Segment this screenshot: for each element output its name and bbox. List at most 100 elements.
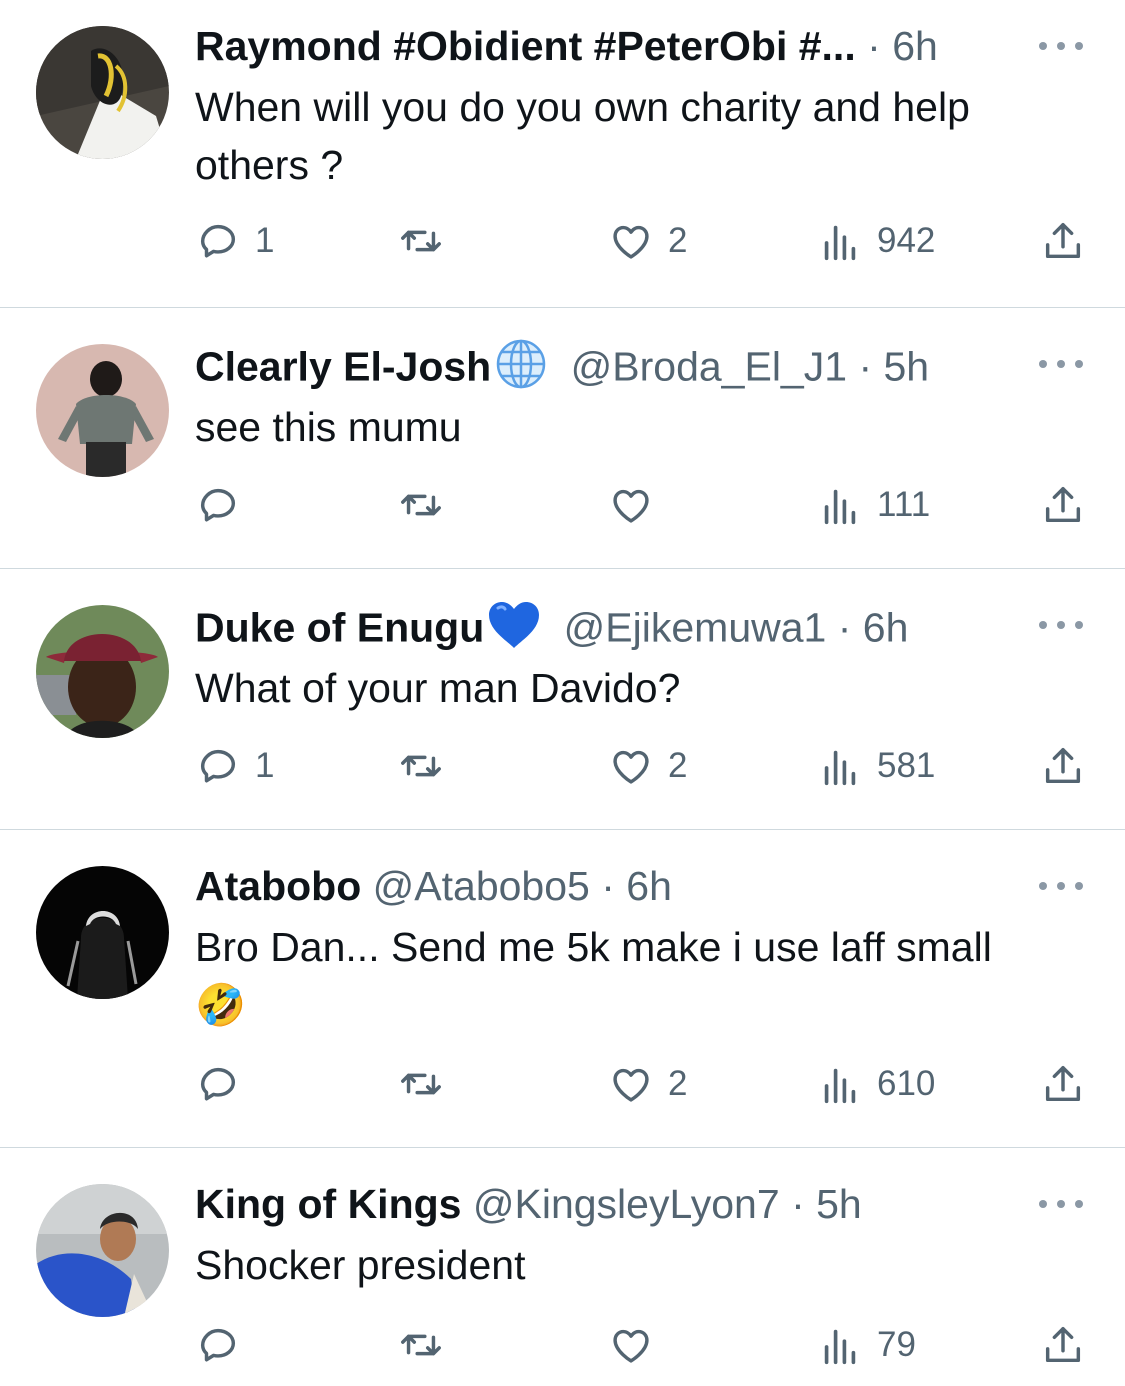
share-button[interactable] bbox=[1040, 741, 1086, 791]
like-button[interactable]: 2 bbox=[608, 1059, 687, 1109]
like-button[interactable]: 2 bbox=[608, 216, 687, 266]
avatar[interactable] bbox=[36, 866, 169, 999]
reply-icon bbox=[200, 1328, 236, 1362]
views-button[interactable]: 581 bbox=[817, 741, 935, 791]
retweet-icon bbox=[401, 494, 441, 516]
reply-button[interactable] bbox=[195, 1320, 255, 1370]
like-button[interactable] bbox=[608, 480, 668, 530]
tweet[interactable]: Raymond #Obidient #PeterObi #... · 6h Wh… bbox=[0, 0, 1125, 308]
avatar[interactable] bbox=[36, 1184, 169, 1317]
reply-count: 1 bbox=[255, 746, 275, 785]
timestamp[interactable]: 6h bbox=[863, 604, 909, 650]
tweet-header: King of Kings @KingsleyLyon7 · 5h bbox=[195, 1179, 1025, 1229]
reply-button[interactable]: 1 bbox=[195, 216, 274, 266]
display-name[interactable]: King of Kings bbox=[195, 1181, 461, 1227]
share-icon bbox=[1045, 747, 1081, 784]
more-icon[interactable] bbox=[1039, 354, 1083, 374]
retweet-icon bbox=[401, 1073, 441, 1095]
views-icon bbox=[824, 1068, 856, 1104]
more-icon[interactable] bbox=[1039, 1194, 1083, 1214]
avatar[interactable] bbox=[36, 344, 169, 477]
retweet-button[interactable] bbox=[398, 480, 458, 530]
more-icon[interactable] bbox=[1039, 615, 1083, 635]
more-icon[interactable] bbox=[1039, 36, 1083, 56]
like-button[interactable]: 2 bbox=[608, 741, 687, 791]
views-count: 79 bbox=[877, 1325, 916, 1364]
share-icon bbox=[1045, 222, 1081, 259]
tweet-text-line: others ? bbox=[195, 142, 344, 188]
avatar-image bbox=[36, 26, 169, 159]
display-name[interactable]: Clearly El-Josh bbox=[195, 343, 491, 389]
share-icon bbox=[1045, 1065, 1081, 1102]
separator-dot: · bbox=[858, 343, 873, 390]
retweet-icon bbox=[401, 230, 441, 252]
reply-button[interactable]: 1 bbox=[195, 741, 274, 791]
action-bar: 1 2 581 bbox=[195, 741, 1095, 791]
action-bar: 1 2 942 bbox=[195, 216, 1095, 266]
views-button[interactable]: 942 bbox=[817, 216, 935, 266]
timestamp[interactable]: 6h bbox=[626, 863, 672, 909]
tweet-header: Atabobo @Atabobo5 · 6h bbox=[195, 861, 1025, 911]
separator-dot: · bbox=[867, 23, 881, 69]
tweet-header: Duke of Enugu @Ejikemuwa1 · 6h bbox=[195, 600, 1025, 661]
reply-button[interactable] bbox=[195, 1059, 255, 1109]
tweet[interactable]: Atabobo @Atabobo5 · 6h Bro Dan... Send m… bbox=[0, 830, 1125, 1148]
user-handle[interactable]: @Broda_El_J1 bbox=[571, 343, 847, 389]
retweet-button[interactable] bbox=[398, 216, 458, 266]
retweet-button[interactable] bbox=[398, 1059, 458, 1109]
user-handle[interactable]: @KingsleyLyon7 bbox=[473, 1181, 780, 1227]
views-button[interactable]: 79 bbox=[817, 1320, 916, 1370]
tweet-text-line: What of your man Davido? bbox=[195, 665, 681, 711]
tweet-header: Raymond #Obidient #PeterObi #... · 6h bbox=[195, 21, 1025, 71]
tweet-header: Clearly El-Josh @Broda_El_J1 · 5h bbox=[195, 339, 1025, 400]
avatar-image bbox=[36, 866, 169, 999]
share-button[interactable] bbox=[1040, 216, 1086, 266]
retweet-button[interactable] bbox=[398, 741, 458, 791]
display-name[interactable]: Atabobo bbox=[195, 863, 361, 909]
tweet-text: When will you do you own charity and hel… bbox=[195, 78, 1085, 194]
timestamp[interactable]: 5h bbox=[884, 343, 930, 389]
user-handle[interactable]: @Ejikemuwa1 bbox=[564, 604, 827, 650]
action-bar: 111 bbox=[195, 480, 1095, 530]
views-button[interactable]: 111 bbox=[817, 480, 930, 530]
separator-dot: · bbox=[601, 863, 615, 909]
tweet[interactable]: Clearly El-Josh @Broda_El_J1 · 5h see th… bbox=[0, 308, 1125, 569]
retweet-button[interactable] bbox=[398, 1320, 458, 1370]
display-name[interactable]: Raymond #Obidient #PeterObi #... bbox=[195, 23, 856, 69]
user-handle[interactable]: @Atabobo5 bbox=[373, 863, 590, 909]
views-icon bbox=[824, 225, 856, 261]
avatar[interactable] bbox=[36, 26, 169, 159]
tweet-text-line: Bro Dan... Send me 5k make i use laff sm… bbox=[195, 924, 992, 970]
tweet[interactable]: King of Kings @KingsleyLyon7 · 5h Shocke… bbox=[0, 1148, 1125, 1386]
avatar-image bbox=[36, 344, 169, 477]
share-icon bbox=[1045, 1326, 1081, 1363]
action-bar: 79 bbox=[195, 1320, 1095, 1370]
rolling-laughing-emoji: 🤣 bbox=[195, 981, 247, 1029]
retweet-icon bbox=[401, 755, 441, 777]
avatar-image bbox=[36, 605, 169, 738]
tweet-text-line: see this mumu bbox=[195, 404, 462, 450]
share-button[interactable] bbox=[1040, 480, 1086, 530]
like-icon bbox=[613, 489, 649, 523]
tweet-text: Shocker president bbox=[195, 1236, 1085, 1294]
share-button[interactable] bbox=[1040, 1059, 1086, 1109]
display-name[interactable]: Duke of Enugu bbox=[195, 604, 484, 650]
timestamp[interactable]: 6h bbox=[892, 23, 938, 69]
views-count: 111 bbox=[877, 485, 931, 524]
like-button[interactable] bbox=[608, 1320, 668, 1370]
reply-feed: Raymond #Obidient #PeterObi #... · 6h Wh… bbox=[0, 0, 1125, 1386]
share-icon bbox=[1045, 486, 1081, 523]
tweet-text: What of your man Davido? bbox=[195, 659, 1085, 717]
like-icon bbox=[613, 1329, 649, 1363]
more-icon[interactable] bbox=[1039, 876, 1083, 896]
tweet[interactable]: Duke of Enugu @Ejikemuwa1 · 6h What of y… bbox=[0, 569, 1125, 830]
separator-dot: · bbox=[791, 1181, 805, 1227]
share-button[interactable] bbox=[1040, 1320, 1086, 1370]
views-button[interactable]: 610 bbox=[817, 1059, 935, 1109]
tweet-text: see this mumu bbox=[195, 398, 1085, 456]
avatar[interactable] bbox=[36, 605, 169, 738]
tweet-text-line: When will you do you own charity and hel… bbox=[195, 84, 970, 130]
reply-icon bbox=[200, 1067, 236, 1101]
reply-button[interactable] bbox=[195, 480, 255, 530]
timestamp[interactable]: 5h bbox=[816, 1181, 862, 1227]
